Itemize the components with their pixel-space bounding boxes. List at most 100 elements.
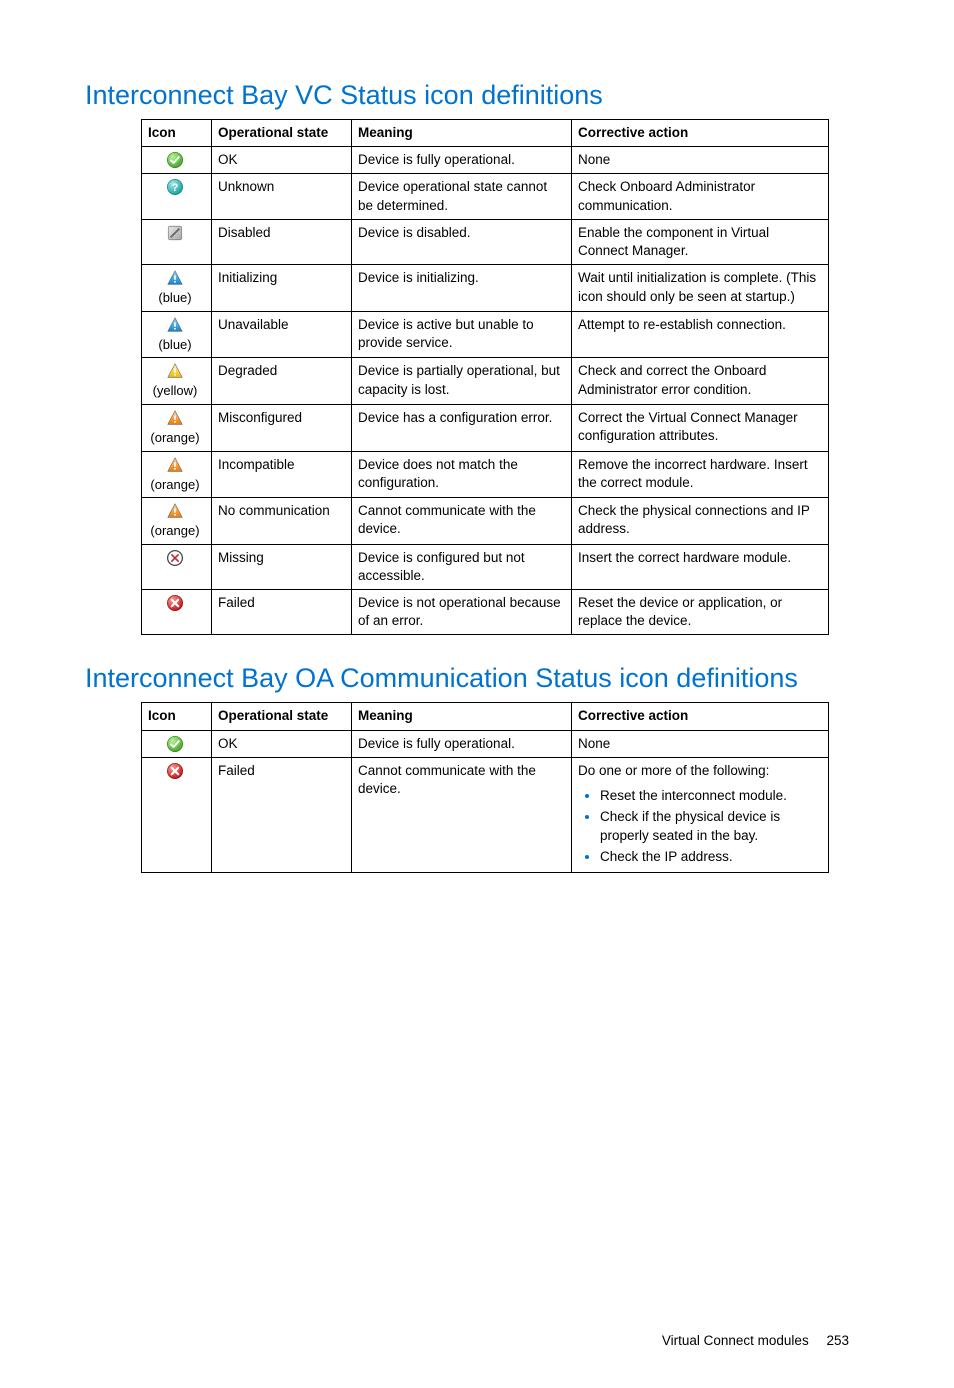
- table-row: FailedDevice is not operational because …: [142, 590, 829, 635]
- table-row: MissingDevice is configured but not acce…: [142, 544, 829, 589]
- cell-action: Do one or more of the following: Reset th…: [572, 757, 829, 872]
- col-meaning: Meaning: [352, 120, 572, 147]
- warn-orange-icon: [166, 456, 184, 474]
- footer-section: Virtual Connect modules: [662, 1333, 809, 1348]
- cell-icon: [142, 757, 212, 872]
- disabled-icon: [166, 224, 184, 242]
- cell-icon: (yellow): [142, 358, 212, 405]
- cell-state: Failed: [212, 757, 352, 872]
- cell-icon: (blue): [142, 265, 212, 312]
- icon-color-label: (orange): [150, 476, 199, 494]
- cell-action: Insert the correct hardware module.: [572, 544, 829, 589]
- cell-state: Failed: [212, 590, 352, 635]
- cell-state: Unknown: [212, 174, 352, 219]
- cell-state: No communication: [212, 498, 352, 545]
- cell-icon: [142, 544, 212, 589]
- cell-meaning: Device is partially operational, but cap…: [352, 358, 572, 405]
- icon-color-label: (yellow): [153, 382, 198, 400]
- cell-meaning: Device is fully operational.: [352, 730, 572, 757]
- cell-icon: (orange): [142, 498, 212, 545]
- table-row: (orange) No communicationCannot communica…: [142, 498, 829, 545]
- icon-color-label: (blue): [158, 289, 191, 307]
- cell-icon: (blue): [142, 311, 212, 358]
- cell-meaning: Cannot communicate with the device.: [352, 757, 572, 872]
- cell-meaning: Device is initializing.: [352, 265, 572, 312]
- heading-vc: Interconnect Bay VC Status icon definiti…: [85, 80, 869, 111]
- cell-action: Reset the device or application, or repl…: [572, 590, 829, 635]
- heading-oa: Interconnect Bay OA Communication Status…: [85, 663, 869, 694]
- cell-meaning: Device is configured but not accessible.: [352, 544, 572, 589]
- table-row: FailedCannot communicate with the device…: [142, 757, 829, 872]
- cell-action: Correct the Virtual Connect Manager conf…: [572, 404, 829, 451]
- action-text: Do one or more of the following:: [578, 763, 769, 778]
- table-row: ? UnknownDevice operational state cannot …: [142, 174, 829, 219]
- warn-blue-icon: [166, 316, 184, 334]
- cell-action: Remove the incorrect hardware. Insert th…: [572, 451, 829, 498]
- cell-action: Attempt to re-establish connection.: [572, 311, 829, 358]
- table-row: OKDevice is fully operational.None: [142, 147, 829, 174]
- cell-state: Disabled: [212, 219, 352, 264]
- page-footer: Virtual Connect modules 253: [85, 1333, 869, 1348]
- table-row: (orange)MisconfiguredDevice has a config…: [142, 404, 829, 451]
- missing-icon: [166, 549, 184, 567]
- icon-color-label: (orange): [150, 522, 199, 540]
- list-item: Reset the interconnect module.: [600, 786, 822, 805]
- cell-state: Incompatible: [212, 451, 352, 498]
- cell-state: Degraded: [212, 358, 352, 405]
- warn-orange-icon: [166, 502, 184, 520]
- cell-icon: [142, 590, 212, 635]
- table-row: DisabledDevice is disabled.Enable the co…: [142, 219, 829, 264]
- cell-action: Wait until initialization is complete. (…: [572, 265, 829, 312]
- cell-icon: (orange): [142, 451, 212, 498]
- warn-orange-icon: [166, 409, 184, 427]
- table-row: (blue) InitializingDevice is initializing…: [142, 265, 829, 312]
- cell-state: OK: [212, 730, 352, 757]
- col-action: Corrective action: [572, 703, 829, 730]
- cell-action: None: [572, 730, 829, 757]
- svg-text:?: ?: [172, 182, 179, 194]
- warn-yellow-icon: [166, 362, 184, 380]
- table-header-row: Icon Operational state Meaning Correctiv…: [142, 120, 829, 147]
- cell-icon: [142, 219, 212, 264]
- table-row: OKDevice is fully operational.None: [142, 730, 829, 757]
- cell-action: Check the physical connections and IP ad…: [572, 498, 829, 545]
- table-row: (yellow) DegradedDevice is partially oper…: [142, 358, 829, 405]
- failed-icon: [166, 594, 184, 612]
- failed-icon: [166, 762, 184, 780]
- cell-action: Check Onboard Administrator communicatio…: [572, 174, 829, 219]
- oa-table: Icon Operational state Meaning Correctiv…: [141, 702, 829, 873]
- col-meaning: Meaning: [352, 703, 572, 730]
- cell-meaning: Device is fully operational.: [352, 147, 572, 174]
- cell-icon: [142, 730, 212, 757]
- list-item: Check if the physical device is properly…: [600, 807, 822, 844]
- table-row: (blue)UnavailableDevice is active but un…: [142, 311, 829, 358]
- warn-blue-icon: [166, 269, 184, 287]
- col-icon: Icon: [142, 703, 212, 730]
- cell-state: OK: [212, 147, 352, 174]
- cell-meaning: Cannot communicate with the device.: [352, 498, 572, 545]
- cell-action: Check and correct the Onboard Administra…: [572, 358, 829, 405]
- list-item: Check the IP address.: [600, 847, 822, 866]
- cell-icon: ?: [142, 174, 212, 219]
- cell-state: Initializing: [212, 265, 352, 312]
- cell-meaning: Device operational state cannot be deter…: [352, 174, 572, 219]
- ok-icon: [166, 735, 184, 753]
- cell-action: Enable the component in Virtual Connect …: [572, 219, 829, 264]
- unknown-icon: ?: [166, 178, 184, 196]
- col-icon: Icon: [142, 120, 212, 147]
- cell-meaning: Device is active but unable to provide s…: [352, 311, 572, 358]
- cell-meaning: Device has a configuration error.: [352, 404, 572, 451]
- cell-meaning: Device does not match the configuration.: [352, 451, 572, 498]
- cell-meaning: Device is disabled.: [352, 219, 572, 264]
- ok-icon: [166, 151, 184, 169]
- cell-state: Misconfigured: [212, 404, 352, 451]
- cell-icon: [142, 147, 212, 174]
- cell-action: None: [572, 147, 829, 174]
- table-row: (orange) IncompatibleDevice does not matc…: [142, 451, 829, 498]
- cell-icon: (orange): [142, 404, 212, 451]
- footer-page: 253: [826, 1333, 849, 1348]
- table-header-row: Icon Operational state Meaning Correctiv…: [142, 703, 829, 730]
- col-state: Operational state: [212, 703, 352, 730]
- cell-state: Missing: [212, 544, 352, 589]
- col-state: Operational state: [212, 120, 352, 147]
